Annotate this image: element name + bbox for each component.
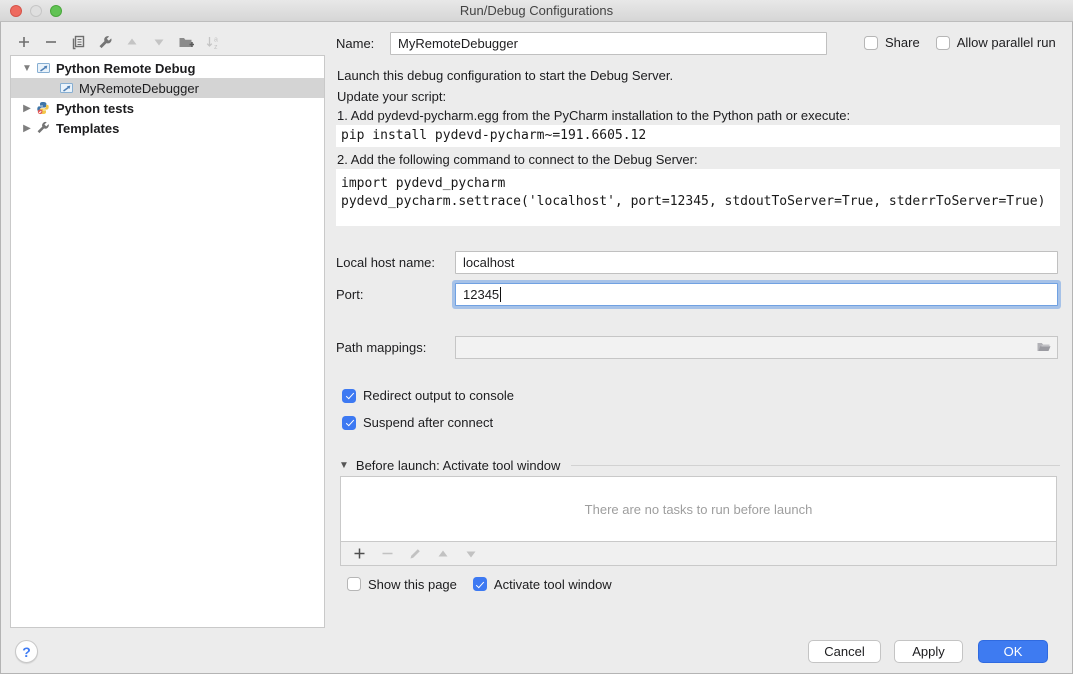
configurations-tree: ▼ Python Remote Debug MyRemoteDebugger ▶… bbox=[10, 55, 325, 628]
help-button[interactable]: ? bbox=[15, 640, 38, 663]
move-down-icon bbox=[151, 34, 167, 50]
before-launch-header[interactable]: ▼ Before launch: Activate tool window bbox=[339, 457, 1060, 473]
apply-button[interactable]: Apply bbox=[894, 640, 963, 663]
path-mappings-row: Path mappings: bbox=[336, 336, 1060, 359]
divider bbox=[571, 465, 1060, 466]
configuration-editor: Name: Share Allow parallel run Launch th… bbox=[336, 22, 1060, 652]
code-line: import pydevd_pycharm bbox=[341, 176, 505, 191]
move-up-icon bbox=[124, 34, 140, 50]
tree-item-templates[interactable]: ▶ Templates bbox=[11, 118, 324, 138]
instruction-line: Update your script: bbox=[337, 88, 446, 106]
before-launch-task-list: There are no tasks to run before launch bbox=[340, 476, 1057, 566]
create-folder-icon[interactable] bbox=[178, 34, 194, 50]
port-row: Port: bbox=[336, 283, 1060, 306]
activate-tool-window-checkbox[interactable] bbox=[473, 577, 487, 591]
tree-item-label: Templates bbox=[56, 121, 119, 136]
move-task-down-icon bbox=[463, 546, 479, 562]
show-this-page-checkbox[interactable] bbox=[347, 577, 361, 591]
remote-debug-icon bbox=[59, 81, 74, 95]
activate-tool-window-label: Activate tool window bbox=[494, 577, 612, 592]
activate-tool-window-row: Activate tool window bbox=[473, 577, 612, 592]
suspend-after-connect-label: Suspend after connect bbox=[363, 415, 493, 430]
suspend-after-connect-row: Suspend after connect bbox=[342, 415, 493, 430]
edit-templates-icon[interactable] bbox=[97, 34, 113, 50]
instruction-step2: 2. Add the following command to connect … bbox=[337, 151, 698, 169]
tree-item-python-tests[interactable]: ▶ Python tests bbox=[11, 98, 324, 118]
before-launch-title: Before launch: Activate tool window bbox=[356, 458, 561, 473]
tree-item-label: Python Remote Debug bbox=[56, 61, 195, 76]
share-label: Share bbox=[885, 35, 920, 50]
show-this-page-row: Show this page bbox=[347, 577, 457, 592]
remote-debug-icon bbox=[36, 61, 51, 75]
task-toolbar bbox=[341, 541, 1056, 565]
empty-tasks-message: There are no tasks to run before launch bbox=[341, 477, 1056, 541]
allow-parallel-run-checkbox[interactable] bbox=[936, 36, 950, 50]
pip-install-command: pip install pydevd-pycharm~=191.6605.12 bbox=[336, 125, 1060, 147]
local-host-label: Local host name: bbox=[336, 255, 435, 270]
path-mappings-field[interactable] bbox=[455, 336, 1058, 359]
python-icon bbox=[36, 101, 51, 115]
redirect-output-checkbox[interactable] bbox=[342, 389, 356, 403]
edit-task-icon bbox=[407, 546, 423, 562]
chevron-down-icon[interactable]: ▼ bbox=[21, 63, 33, 74]
name-row: Name: Share Allow parallel run bbox=[336, 32, 1060, 55]
chevron-right-icon[interactable]: ▶ bbox=[21, 103, 33, 114]
redirect-output-label: Redirect output to console bbox=[363, 388, 514, 403]
window-title: Run/Debug Configurations bbox=[0, 3, 1073, 18]
settrace-code-block: import pydevd_pycharm pydevd_pycharm.set… bbox=[336, 169, 1060, 226]
local-host-input[interactable] bbox=[455, 251, 1058, 274]
cancel-button[interactable]: Cancel bbox=[808, 640, 881, 663]
remove-task-icon bbox=[379, 546, 395, 562]
local-host-row: Local host name: bbox=[336, 251, 1060, 274]
code-line: pydevd_pycharm.settrace('localhost', por… bbox=[341, 194, 1045, 209]
name-label: Name: bbox=[336, 36, 374, 51]
tree-item-python-remote-debug[interactable]: ▼ Python Remote Debug bbox=[11, 58, 324, 78]
suspend-after-connect-checkbox[interactable] bbox=[342, 416, 356, 430]
titlebar: Run/Debug Configurations bbox=[0, 0, 1073, 22]
copy-configuration-icon[interactable] bbox=[70, 34, 86, 50]
ok-button[interactable]: OK bbox=[978, 640, 1048, 663]
share-checkbox[interactable] bbox=[864, 36, 878, 50]
tree-item-label: Python tests bbox=[56, 101, 134, 116]
tree-item-label: MyRemoteDebugger bbox=[79, 81, 199, 96]
svg-text:z: z bbox=[214, 44, 218, 50]
page-options-row: Show this page Activate tool window bbox=[347, 575, 612, 593]
port-input[interactable] bbox=[455, 283, 1058, 306]
configurations-toolbar: az bbox=[16, 30, 221, 54]
name-input[interactable] bbox=[390, 32, 827, 55]
text-cursor bbox=[500, 287, 501, 302]
chevron-right-icon[interactable]: ▶ bbox=[21, 123, 33, 134]
instruction-step1: 1. Add pydevd-pycharm.egg from the PyCha… bbox=[337, 107, 850, 125]
chevron-down-icon[interactable]: ▼ bbox=[339, 460, 349, 471]
tree-item-myremotedebugger[interactable]: MyRemoteDebugger bbox=[11, 78, 324, 98]
run-debug-configurations-dialog: Run/Debug Configurations az ▼ Python Rem… bbox=[0, 0, 1073, 674]
allow-parallel-run-checkbox-row: Allow parallel run bbox=[936, 35, 1056, 50]
path-mappings-label: Path mappings: bbox=[336, 340, 426, 355]
folder-open-icon[interactable] bbox=[1036, 340, 1053, 355]
move-task-up-icon bbox=[435, 546, 451, 562]
add-task-icon[interactable] bbox=[351, 546, 367, 562]
port-label: Port: bbox=[336, 287, 363, 302]
show-this-page-label: Show this page bbox=[368, 577, 457, 592]
redirect-output-row: Redirect output to console bbox=[342, 388, 514, 403]
allow-parallel-run-label: Allow parallel run bbox=[957, 35, 1056, 50]
remove-configuration-icon[interactable] bbox=[43, 34, 59, 50]
share-checkbox-row: Share bbox=[864, 35, 920, 50]
wrench-icon bbox=[36, 121, 51, 135]
instruction-line: Launch this debug configuration to start… bbox=[337, 67, 673, 85]
help-icon: ? bbox=[22, 644, 31, 660]
sort-configurations-icon: az bbox=[205, 34, 221, 50]
svg-text:a: a bbox=[214, 36, 218, 43]
add-configuration-icon[interactable] bbox=[16, 34, 32, 50]
